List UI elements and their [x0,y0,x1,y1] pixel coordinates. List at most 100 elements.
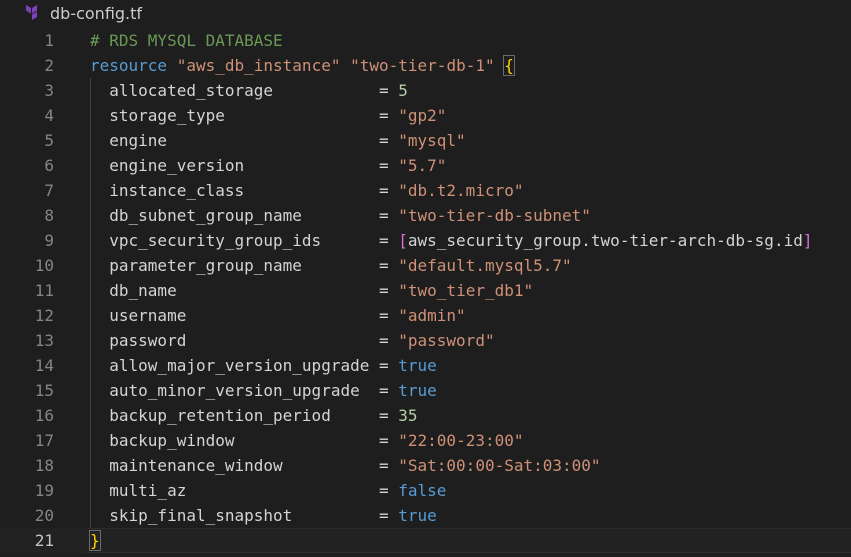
code-line[interactable]: 18 maintenance_window = "Sat:00:00-Sat:0… [0,453,851,478]
attribute-key: username [109,306,187,325]
attribute-value: "db.t2.micro" [398,181,524,200]
attribute-value: "default.mysql5.7" [398,256,572,275]
code-line[interactable]: 14 allow_major_version_upgrade = true [0,353,851,378]
line-number: 16 [34,406,54,425]
attribute-key: maintenance_window [109,456,283,475]
attribute-value: "mysql" [398,131,466,150]
alignment-padding [235,431,380,450]
close-bracket: ] [802,231,813,250]
code-line[interactable]: 7 instance_class = "db.t2.micro" [0,178,851,203]
line-number: 10 [34,256,54,275]
alignment-padding [244,156,379,175]
resource-type: "aws_db_instance" [176,56,341,75]
line-number: 11 [34,281,54,300]
line-content: parameter_group_name = "default.mysql5.7… [90,253,572,278]
alignment-padding [360,381,379,400]
line-number: 12 [34,306,54,325]
line-content: } [89,528,101,553]
code-line[interactable]: 1 # RDS MYSQL DATABASE [0,28,851,53]
attribute-key: db_name [109,281,177,300]
line-number: 4 [44,106,54,125]
line-number: 8 [44,206,54,225]
line-content: allow_major_version_upgrade = true [90,353,437,378]
alignment-padding [273,81,379,100]
attribute-key: engine [109,131,168,150]
assign-operator: = [378,106,399,125]
assign-operator: = [378,181,399,200]
indent-guide [90,78,91,528]
attribute-value: "admin" [398,306,466,325]
file-name: db-config.tf [50,4,143,23]
line-number: 9 [44,231,54,250]
code-line[interactable]: 11 db_name = "two_tier_db1" [0,278,851,303]
line-number: 1 [44,31,54,50]
close-brace: } [89,530,101,551]
assign-operator: = [378,206,399,225]
line-number: 7 [44,181,54,200]
line-content: password = "password" [90,328,495,353]
attribute-value: true [398,506,437,525]
attribute-value: 35 [398,406,418,425]
code-line[interactable]: 17 backup_window = "22:00-23:00" [0,428,851,453]
assign-operator: = [379,406,399,425]
code-line[interactable]: 3 allocated_storage = 5 [0,78,851,103]
attribute-key: password [109,331,187,350]
line-content: username = "admin" [90,303,466,328]
line-content: engine = "mysql" [90,128,466,153]
line-content: engine_version = "5.7" [90,153,446,178]
attribute-key: allow_major_version_upgrade [109,356,370,375]
attribute-key: backup_retention_period [109,406,331,425]
code-line[interactable]: 20 skip_final_snapshot = true [0,503,851,528]
assign-operator: = [378,131,399,150]
line-number: 13 [34,331,54,350]
alignment-padding [369,356,379,375]
alignment-padding [302,256,379,275]
alignment-padding [244,181,379,200]
assign-operator: = [378,481,399,500]
alignment-padding [283,456,379,475]
alignment-padding [167,131,379,150]
alignment-padding [177,281,379,300]
attribute-value: true [398,381,437,400]
attribute-value: true [398,356,437,375]
alignment-padding [302,206,379,225]
assign-operator: = [378,381,399,400]
attribute-value: "5.7" [398,156,447,175]
attribute-key: backup_window [109,431,235,450]
code-line[interactable]: 19 multi_az = false [0,478,851,503]
line-number: 17 [34,431,54,450]
resource-keyword: resource [90,56,168,75]
attribute-value: "gp2" [398,106,447,125]
line-number: 2 [44,56,54,75]
code-line[interactable]: 10 parameter_group_name = "default.mysql… [0,253,851,278]
code-line[interactable]: 6 engine_version = "5.7" [0,153,851,178]
code-line[interactable]: 16 backup_retention_period = 35 [0,403,851,428]
line-number: 14 [34,356,54,375]
code-area[interactable]: 1 # RDS MYSQL DATABASE 2 resource "aws_db_i… [0,28,851,553]
line-number: 19 [34,481,54,500]
attribute-key: skip_final_snapshot [109,506,293,525]
attribute-key: auto_minor_version_upgrade [109,381,360,400]
attribute-key: db_subnet_group_name [109,206,302,225]
code-line[interactable]: 15 auto_minor_version_upgrade = true [0,378,851,403]
line-content: auto_minor_version_upgrade = true [90,378,437,403]
attribute-value: "password" [398,331,495,350]
code-line[interactable]: 2 resource "aws_db_instance" "two-tier-db… [0,53,851,78]
line-number: 15 [34,381,54,400]
line-number: 21 [34,531,54,550]
terraform-icon [26,5,37,20]
code-line[interactable]: 21} [0,528,851,553]
code-line[interactable]: 4 storage_type = "gp2" [0,103,851,128]
assign-operator: = [379,281,399,300]
attribute-key: vpc_security_group_ids [109,231,322,250]
attribute-value: "two-tier-db-subnet" [398,206,591,225]
line-content: db_name = "two_tier_db1" [90,278,533,303]
code-line[interactable]: 5 engine = "mysql" [0,128,851,153]
code-line[interactable]: 9 vpc_security_group_ids = [aws_security… [0,228,851,253]
code-line[interactable]: 8 db_subnet_group_name = "two-tier-db-su… [0,203,851,228]
code-line[interactable]: 12 username = "admin" [0,303,851,328]
code-line[interactable]: 13 password = "password" [0,328,851,353]
alignment-padding [186,306,379,325]
attribute-value: "two_tier_db1" [398,281,534,300]
code-editor[interactable]: db-config.tf 1 # RDS MYSQL DATABASE 2 resou… [0,0,851,557]
